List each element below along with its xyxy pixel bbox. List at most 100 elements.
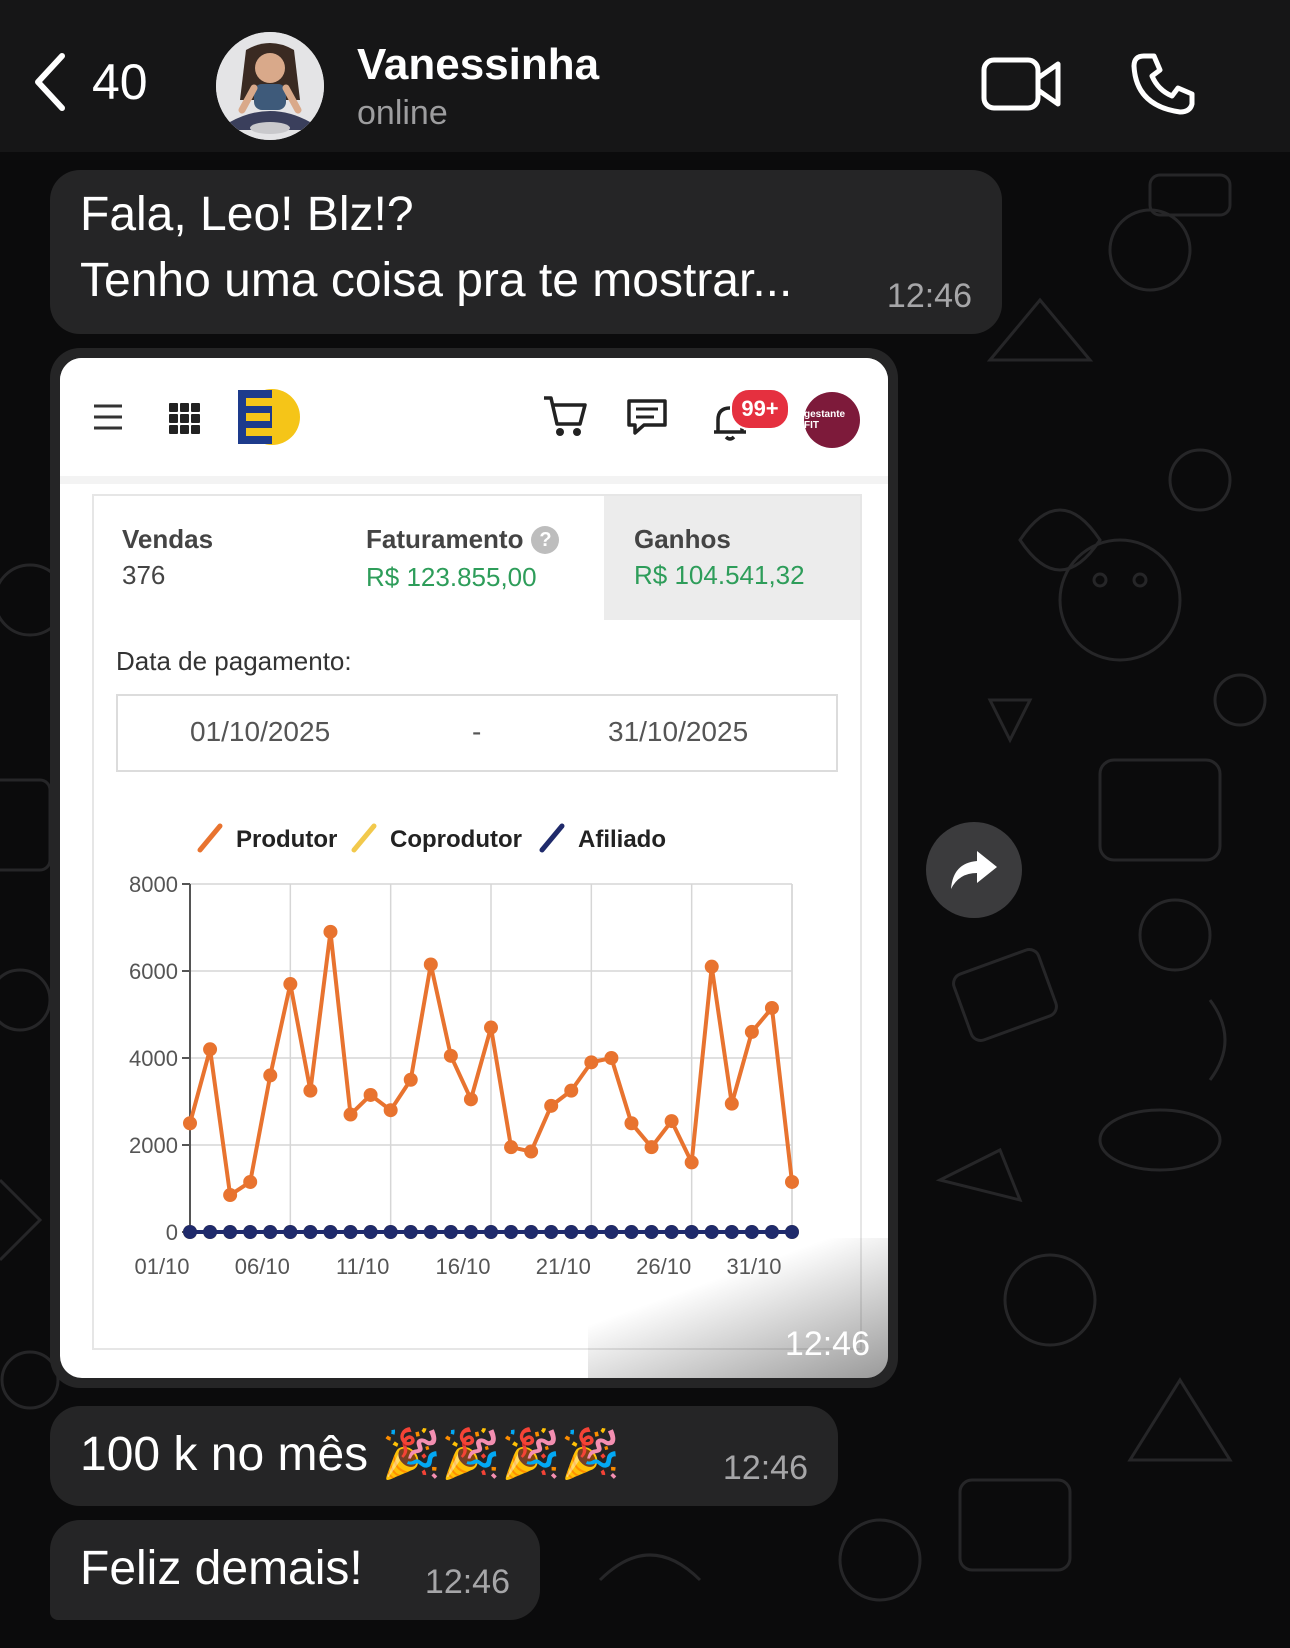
data-point-produtor	[785, 1174, 799, 1189]
message-bubble[interactable]: 100 k no mês 🎉🎉🎉🎉 12:46	[50, 1406, 838, 1506]
shared-screenshot[interactable]: 99+ gestante FIT Vendas 376 Faturamento?…	[60, 358, 888, 1378]
data-point-produtor	[223, 1188, 238, 1203]
data-point-produtor	[744, 1024, 759, 1039]
data-point-afiliado	[544, 1225, 559, 1239]
cart-icon[interactable]	[542, 394, 588, 438]
forward-button[interactable]	[926, 822, 1022, 918]
message-icon[interactable]	[626, 398, 668, 436]
video-call-button[interactable]	[980, 54, 1064, 119]
data-point-afiliado	[343, 1225, 358, 1239]
stat-value: R$ 104.541,32	[634, 560, 805, 590]
data-point-afiliado	[183, 1225, 197, 1239]
data-point-afiliado	[223, 1225, 238, 1239]
data-point-produtor	[263, 1068, 278, 1083]
data-point-produtor	[524, 1144, 539, 1159]
message-bubble[interactable]: Feliz demais! 12:46	[50, 1520, 540, 1620]
legend-swatch	[351, 823, 377, 853]
unread-count: 40	[92, 54, 148, 110]
data-point-produtor	[664, 1114, 679, 1129]
stat-vendas[interactable]: Vendas 376	[94, 496, 348, 622]
message-bubble[interactable]: Fala, Leo! Blz!? Tenho uma coisa pra te …	[50, 170, 1002, 334]
stats-tabs: Vendas 376 Faturamento? R$ 123.855,00 Ga…	[92, 494, 862, 624]
chat-header: 40 Vanessinha online	[0, 0, 1290, 152]
data-point-afiliado	[624, 1225, 639, 1239]
stat-faturamento[interactable]: Faturamento? R$ 123.855,00	[348, 496, 604, 622]
message-text: Fala, Leo! Blz!? Tenho uma coisa pra te …	[80, 188, 793, 307]
data-point-afiliado	[744, 1225, 759, 1239]
data-point-afiliado	[684, 1225, 699, 1239]
data-point-afiliado	[704, 1225, 719, 1239]
data-point-produtor	[504, 1140, 519, 1155]
data-point-produtor	[323, 924, 338, 939]
profile-avatar[interactable]: gestante FIT	[804, 392, 860, 448]
data-point-afiliado	[724, 1225, 739, 1239]
y-tick-label: 8000	[129, 872, 178, 897]
data-point-afiliado	[203, 1225, 218, 1239]
data-point-produtor	[704, 959, 719, 974]
notification-badge: 99+	[730, 388, 790, 430]
x-tick-label: 01/10	[134, 1254, 189, 1279]
voice-call-button[interactable]	[1130, 52, 1196, 121]
x-tick-label: 16/10	[435, 1254, 490, 1279]
legend-swatch	[197, 823, 223, 853]
data-point-afiliado	[484, 1225, 498, 1239]
stat-value: R$ 123.855,00	[366, 562, 537, 592]
data-point-afiliado	[584, 1225, 599, 1239]
back-button[interactable]: 40	[30, 52, 148, 112]
data-point-afiliado	[283, 1225, 298, 1239]
data-point-afiliado	[604, 1225, 619, 1239]
chevron-left-icon	[35, 53, 65, 111]
data-point-afiliado	[383, 1225, 398, 1239]
data-point-afiliado	[664, 1225, 679, 1239]
data-point-produtor	[484, 1020, 498, 1035]
data-point-produtor	[463, 1092, 478, 1107]
data-point-afiliado	[524, 1225, 539, 1239]
date-from: 01/10/2025	[190, 716, 331, 747]
image-message[interactable]: 99+ gestante FIT Vendas 376 Faturamento?…	[50, 348, 898, 1388]
legend-label: Produtor	[236, 826, 337, 853]
date-range-input[interactable]: 01/10/2025 - 31/10/2025	[116, 694, 838, 772]
date-separator: -	[472, 716, 482, 747]
date-to: 31/10/2025	[608, 716, 749, 747]
date-filter: Data de pagamento: 01/10/2025 - 31/10/20…	[92, 620, 862, 794]
message-text: 100 k no mês 🎉🎉🎉🎉	[80, 1428, 621, 1481]
message-time: 12:46	[784, 1325, 870, 1363]
earnings-line-chart: 0 2000 4000 6000 8000 01/10 06/10 11/10 16/10 21/…	[129, 823, 799, 1279]
help-icon[interactable]: ?	[531, 526, 560, 554]
legend-label: Afiliado	[578, 826, 666, 853]
data-point-afiliado	[423, 1225, 438, 1239]
y-tick-label: 6000	[129, 959, 178, 984]
hamburger-icon	[94, 404, 122, 430]
message-time: 12:46	[424, 1563, 510, 1601]
data-point-produtor	[764, 1000, 779, 1015]
avatar-photo	[216, 32, 324, 140]
data-point-produtor	[644, 1140, 659, 1155]
data-point-produtor	[423, 957, 438, 972]
data-point-afiliado	[243, 1225, 258, 1239]
data-point-produtor	[403, 1072, 418, 1087]
stat-label: Ganhos	[634, 524, 731, 554]
data-point-produtor	[303, 1083, 318, 1098]
data-point-afiliado	[463, 1225, 478, 1239]
data-point-afiliado	[504, 1225, 519, 1239]
contact-avatar[interactable]	[216, 32, 324, 140]
data-point-produtor	[684, 1155, 699, 1170]
data-point-produtor	[443, 1048, 458, 1063]
x-tick-label: 11/10	[336, 1254, 389, 1279]
stat-ganhos[interactable]: Ganhos R$ 104.541,32	[604, 496, 860, 622]
contact-name[interactable]: Vanessinha	[357, 40, 599, 90]
data-point-afiliado	[263, 1225, 278, 1239]
data-point-produtor	[203, 1042, 218, 1057]
data-point-afiliado	[764, 1225, 779, 1239]
data-point-produtor	[564, 1083, 579, 1098]
data-point-produtor	[343, 1107, 358, 1122]
stat-value: 376	[122, 560, 166, 590]
data-point-afiliado	[363, 1225, 378, 1239]
chart-container: 0 2000 4000 6000 8000 01/10 06/10 11/10 16/10 21/…	[92, 792, 862, 1350]
app-logo	[238, 389, 300, 445]
data-point-afiliado	[303, 1225, 318, 1239]
y-tick-label: 0	[166, 1220, 178, 1245]
data-point-afiliado	[785, 1225, 799, 1239]
data-point-produtor	[383, 1103, 398, 1118]
navbar-divider	[60, 476, 888, 484]
